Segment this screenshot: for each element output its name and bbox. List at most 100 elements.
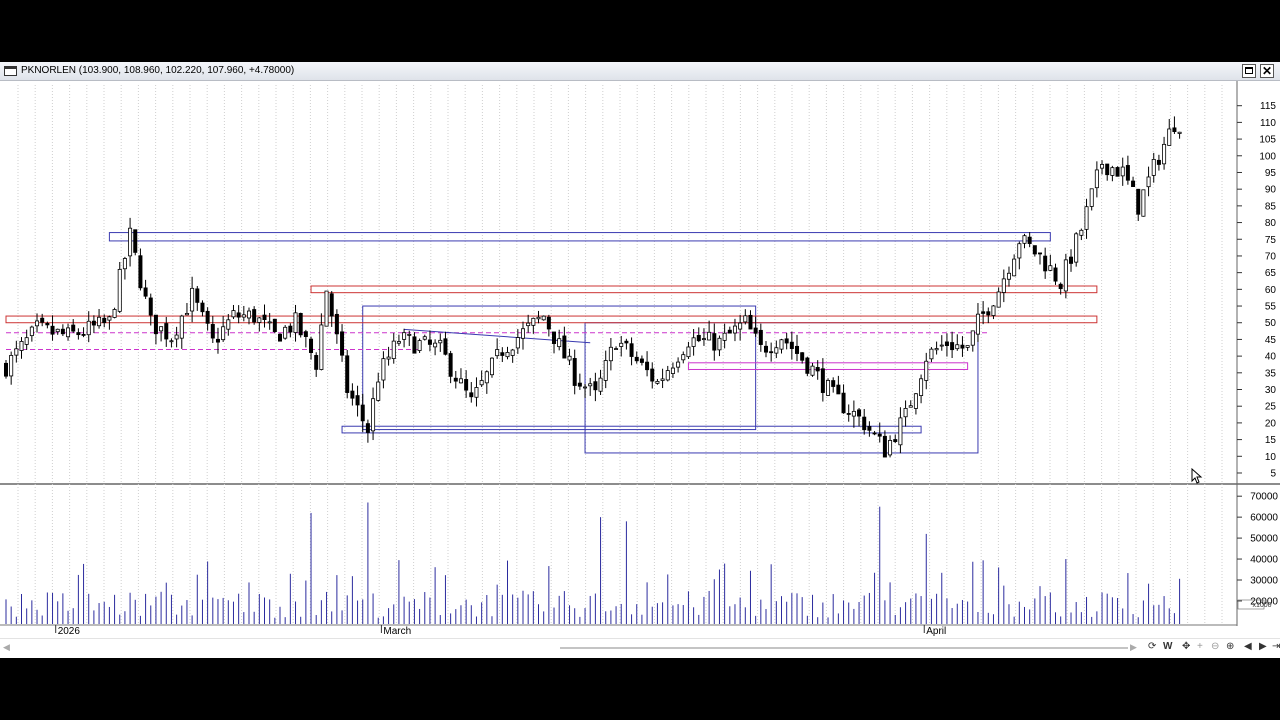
- candle: [314, 352, 319, 377]
- candle-body: [1162, 143, 1167, 165]
- candle-body: [939, 344, 944, 347]
- candle: [939, 335, 944, 351]
- candle-body: [71, 324, 76, 332]
- candle: [1063, 253, 1068, 299]
- candle-body: [552, 331, 557, 344]
- candle-body: [908, 405, 913, 408]
- candle-body: [944, 341, 949, 346]
- scroll-thumb[interactable]: [560, 647, 1128, 649]
- candle: [696, 327, 701, 343]
- candle: [427, 330, 432, 352]
- zoom-in-icon[interactable]: ⊕: [1226, 641, 1234, 652]
- candle-body: [128, 227, 133, 257]
- candle-body: [722, 332, 727, 341]
- channel-top-resistance: [108, 232, 1051, 242]
- candle: [365, 419, 370, 443]
- candle: [769, 342, 774, 362]
- prev-icon[interactable]: ◀: [1244, 641, 1252, 652]
- candle: [257, 316, 262, 332]
- crosshair-icon[interactable]: +: [1197, 641, 1203, 652]
- price-tick-label: 85: [1265, 201, 1277, 212]
- candle-body: [505, 352, 510, 358]
- next-icon[interactable]: ▶: [1259, 641, 1267, 652]
- candle-body: [701, 338, 706, 341]
- candle: [763, 341, 768, 358]
- candle: [91, 315, 96, 334]
- candle-body: [691, 337, 696, 347]
- candle: [9, 351, 14, 385]
- candle-body: [877, 433, 882, 437]
- scroll-right-icon[interactable]: ▶: [1130, 642, 1137, 653]
- candle-body: [422, 336, 427, 340]
- candle-body: [283, 326, 288, 339]
- candle: [1084, 198, 1089, 239]
- price-chart[interactable]: 5 10 15 20 25 30 35 40 45 50 55 60 65 70 75 80 85 90 95 100…: [0, 81, 1280, 638]
- candle-body: [453, 377, 458, 382]
- candle-body: [712, 333, 717, 351]
- candle: [593, 372, 598, 402]
- cursor-cross-icon[interactable]: ✥: [1182, 641, 1190, 652]
- candle: [500, 347, 505, 363]
- candle: [1094, 161, 1099, 198]
- candle: [443, 331, 448, 356]
- candle: [820, 358, 825, 402]
- candle-body: [645, 361, 650, 371]
- candle: [1079, 228, 1084, 241]
- end-icon[interactable]: ⇥: [1272, 641, 1280, 652]
- date-label: 2026: [58, 626, 81, 637]
- zoom-out-icon[interactable]: ⊖: [1211, 641, 1219, 652]
- refresh-icon[interactable]: ⟳: [1148, 641, 1156, 652]
- candle: [143, 279, 148, 299]
- candle: [758, 323, 763, 352]
- candle: [970, 330, 975, 352]
- candle: [402, 328, 407, 348]
- candle: [872, 430, 877, 436]
- close-button[interactable]: ✕: [1260, 64, 1274, 78]
- price-tick-label: 90: [1265, 185, 1277, 196]
- candle-body: [1172, 127, 1177, 132]
- candle-body: [391, 340, 396, 360]
- candle-body: [319, 324, 324, 370]
- candle: [138, 248, 143, 291]
- candle-body: [246, 310, 251, 319]
- candle-body: [634, 356, 639, 362]
- candle: [588, 377, 593, 396]
- candle-body: [929, 348, 934, 360]
- period-week-icon[interactable]: W: [1163, 641, 1172, 652]
- candle: [340, 324, 345, 362]
- candle: [298, 312, 303, 338]
- candle-body: [1151, 158, 1156, 176]
- maximize-button[interactable]: [1242, 64, 1256, 78]
- candle-body: [350, 390, 355, 399]
- candle: [975, 303, 980, 342]
- candle-body: [24, 337, 29, 345]
- candle-body: [396, 341, 401, 344]
- candle-body: [562, 335, 567, 359]
- candle: [552, 331, 557, 354]
- candle: [1146, 166, 1151, 197]
- candle-body: [510, 349, 515, 356]
- price-tick-label: 50: [1265, 318, 1277, 329]
- horizontal-scrollbar[interactable]: ◀ ▶ ⟳ W ✥ + ⊖ ⊕ ◀ ▶ ⇥: [0, 638, 1280, 658]
- candle-body: [748, 314, 753, 330]
- candle: [1167, 118, 1172, 146]
- candle-body: [60, 328, 65, 335]
- candle-body: [200, 302, 205, 313]
- candle-body: [221, 326, 226, 341]
- candle: [412, 332, 417, 354]
- scroll-left-icon[interactable]: ◀: [3, 642, 10, 653]
- candle: [1027, 232, 1032, 248]
- candle-body: [789, 341, 794, 349]
- candle-body: [758, 329, 763, 345]
- candle: [732, 318, 737, 342]
- candle: [541, 315, 546, 321]
- price-tick-label: 75: [1265, 235, 1277, 246]
- candle-body: [438, 339, 443, 344]
- candle: [898, 407, 903, 454]
- candle-body: [603, 360, 608, 381]
- candle-body: [800, 352, 805, 361]
- candle-body: [9, 355, 14, 377]
- candle: [784, 332, 789, 350]
- candle: [1017, 241, 1022, 270]
- candle: [453, 370, 458, 389]
